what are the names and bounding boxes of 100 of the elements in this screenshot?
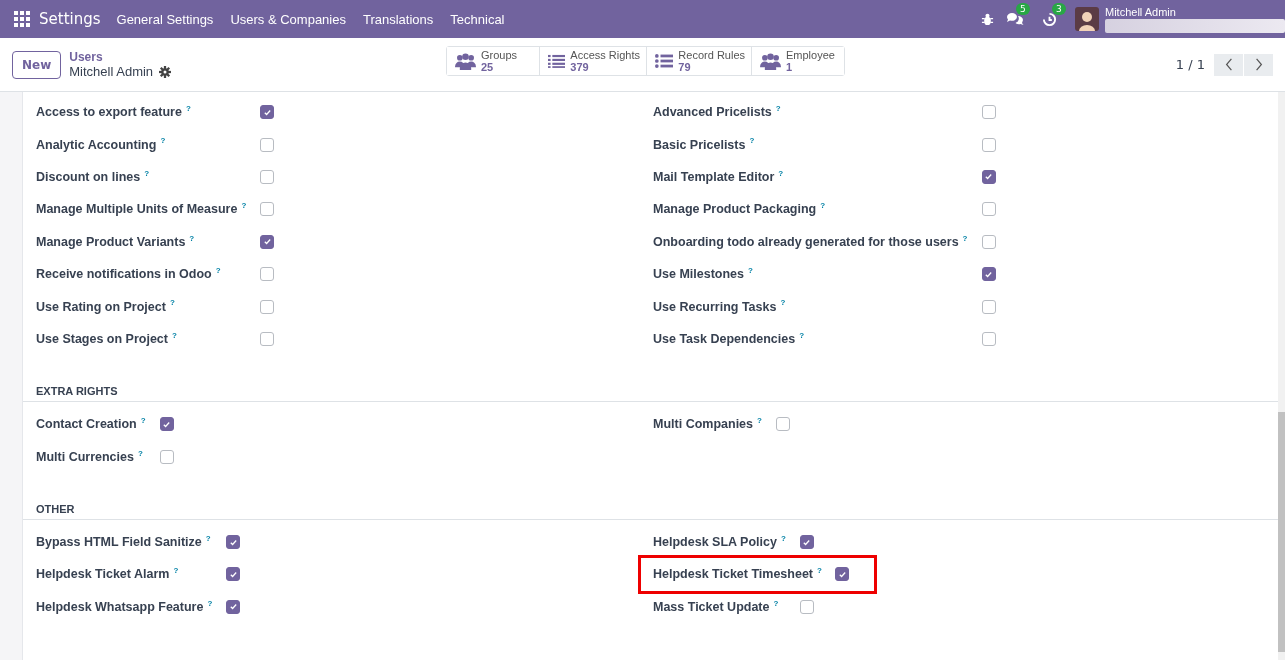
field-label: Bypass HTML Field Sanitize xyxy=(36,535,202,550)
user-name[interactable]: Mitchell Admin xyxy=(1105,5,1285,18)
checkbox[interactable] xyxy=(981,299,996,314)
field-label: Onboarding todo already generated for those users xyxy=(653,234,959,249)
help-tooltip-mark[interactable]: ? xyxy=(185,104,191,113)
scrollbar[interactable] xyxy=(1278,92,1285,660)
field-label: Manage Multiple Units of Measure xyxy=(36,202,238,217)
checkbox[interactable] xyxy=(981,234,996,249)
settings-icon[interactable] xyxy=(159,65,172,78)
avatar-icon[interactable] xyxy=(1075,7,1099,31)
field-label: Multi Companies xyxy=(653,417,753,432)
help-tooltip-mark[interactable]: ? xyxy=(780,298,786,308)
chat-icon[interactable] xyxy=(1006,12,1024,26)
help-tooltip-mark[interactable]: ? xyxy=(140,416,146,426)
field-label: Contact Creation xyxy=(36,417,137,432)
help-tooltip-mark[interactable]: ? xyxy=(748,265,753,275)
checkbox[interactable] xyxy=(260,202,275,217)
checkbox[interactable] xyxy=(260,105,275,120)
checkbox[interactable] xyxy=(260,137,275,152)
activity-count-badge: 3 xyxy=(1052,2,1066,15)
users-icon xyxy=(455,52,476,70)
field-label: Analytic Accounting xyxy=(36,137,157,152)
help-tooltip-mark[interactable]: ? xyxy=(215,265,221,275)
field-label: Helpdesk Ticket Alarm xyxy=(36,567,170,582)
clock-icon[interactable] xyxy=(1042,11,1057,27)
checkbox[interactable] xyxy=(981,331,996,346)
checkbox[interactable] xyxy=(226,567,241,582)
field-label: Multi Currencies xyxy=(36,449,134,464)
checkbox[interactable] xyxy=(981,169,996,184)
field-label: Discount on lines xyxy=(36,169,141,184)
checkbox[interactable] xyxy=(981,267,996,282)
message-count-badge: 5 xyxy=(1016,3,1030,15)
field-label: Use Stages on Project xyxy=(36,331,168,346)
record-title: Mitchell Admin xyxy=(69,64,154,79)
help-tooltip-mark[interactable]: ? xyxy=(205,533,211,543)
help-tooltip-mark[interactable]: ? xyxy=(241,201,247,211)
help-tooltip-mark[interactable]: ? xyxy=(749,136,755,146)
help-tooltip-mark[interactable]: ? xyxy=(189,233,195,243)
help-tooltip-mark[interactable]: ? xyxy=(817,566,822,576)
app-name[interactable]: Settings xyxy=(39,10,101,28)
bullet-list-icon xyxy=(655,53,674,69)
checkmark-icon xyxy=(162,419,172,429)
checkbox[interactable] xyxy=(260,267,275,282)
checkmark-icon xyxy=(984,172,993,182)
field-label: Helpdesk Whatsapp Feature xyxy=(36,599,204,614)
checkbox[interactable] xyxy=(159,417,174,432)
field-label: Mail Template Editor xyxy=(653,169,775,184)
checkbox[interactable] xyxy=(260,299,275,314)
field-label: Manage Product Packaging xyxy=(653,202,817,217)
help-tooltip-mark[interactable]: ? xyxy=(773,598,779,608)
checkmark-icon xyxy=(837,570,847,579)
checkbox[interactable] xyxy=(226,599,241,614)
checkbox[interactable] xyxy=(981,202,996,217)
checkbox[interactable] xyxy=(260,331,275,346)
help-tooltip-mark[interactable]: ? xyxy=(144,168,150,178)
smart-button[interactable]: Groups 25 xyxy=(447,47,540,75)
checkbox[interactable] xyxy=(260,234,275,249)
users-icon xyxy=(760,52,781,70)
help-tooltip-mark[interactable]: ? xyxy=(160,136,166,146)
checkbox[interactable] xyxy=(226,535,241,550)
checkbox[interactable] xyxy=(775,417,790,432)
checkbox[interactable] xyxy=(835,567,849,582)
help-tooltip-mark[interactable]: ? xyxy=(962,233,968,243)
chevron-left-icon xyxy=(1224,58,1233,71)
checkmark-icon xyxy=(228,570,238,579)
checkmark-icon xyxy=(984,269,993,279)
list-icon xyxy=(548,53,566,69)
checkbox[interactable] xyxy=(799,599,814,614)
help-tooltip-mark[interactable]: ? xyxy=(799,330,805,340)
pager-value: 1 / 1 xyxy=(1175,57,1205,72)
previous-button[interactable] xyxy=(1214,53,1243,76)
field-label: Use Milestones xyxy=(653,267,744,282)
bug-icon[interactable] xyxy=(981,12,994,26)
help-tooltip-mark[interactable]: ? xyxy=(775,104,781,113)
checkmark-icon xyxy=(262,107,272,117)
field-label: Use Task Dependencies xyxy=(653,331,796,346)
field-label: Use Rating on Project xyxy=(36,299,166,314)
nav-menu-item[interactable]: Users & Companies xyxy=(230,11,346,27)
checkbox[interactable] xyxy=(981,105,996,120)
field-label: Advanced Pricelists xyxy=(653,105,772,120)
help-tooltip-mark[interactable]: ? xyxy=(137,448,143,458)
apps-menu-icon[interactable] xyxy=(14,11,30,27)
nav-menu-item[interactable]: Translations xyxy=(363,11,434,27)
help-tooltip-mark[interactable]: ? xyxy=(172,330,177,340)
breadcrumb-link[interactable]: Users xyxy=(69,50,172,64)
help-tooltip-mark[interactable]: ? xyxy=(820,201,826,211)
checkbox[interactable] xyxy=(159,449,174,464)
new-button[interactable]: New xyxy=(12,50,62,79)
checkbox[interactable] xyxy=(799,535,814,550)
help-tooltip-mark[interactable]: ? xyxy=(780,533,786,543)
help-tooltip-mark[interactable]: ? xyxy=(778,168,784,178)
next-button[interactable] xyxy=(1244,53,1273,76)
nav-menu-item[interactable]: Technical xyxy=(450,11,505,27)
checkbox[interactable] xyxy=(260,169,275,184)
help-tooltip-mark[interactable]: ? xyxy=(207,598,213,608)
help-tooltip-mark[interactable]: ? xyxy=(757,416,762,426)
nav-menu-item[interactable]: General Settings xyxy=(116,11,214,27)
help-tooltip-mark[interactable]: ? xyxy=(169,298,175,308)
help-tooltip-mark[interactable]: ? xyxy=(173,566,179,576)
checkbox[interactable] xyxy=(981,137,996,152)
